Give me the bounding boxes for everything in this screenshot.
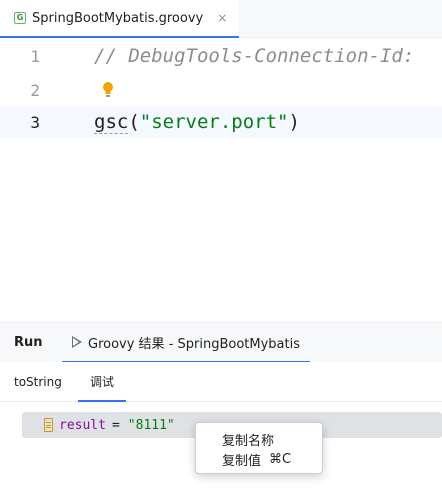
open-paren: (: [128, 111, 140, 133]
menu-item-label: 复制名称: [222, 433, 275, 449]
code-line-3[interactable]: 3 gsc("server.port"): [0, 106, 442, 138]
menu-item-label: 复制值: [222, 453, 262, 469]
code-line-1[interactable]: 1 // DebugTools-Connection-Id:: [0, 40, 442, 72]
tab-debug[interactable]: 调试: [78, 362, 127, 402]
close-icon[interactable]: ×: [217, 11, 227, 25]
line-number: 2: [30, 80, 40, 100]
code-line-2[interactable]: 2: [0, 74, 442, 106]
menu-item-copy-value[interactable]: 复制值 ⌘C: [196, 449, 322, 469]
variable-name: result: [59, 417, 106, 433]
variable-icon: [44, 418, 53, 432]
variable-value: "8111": [127, 417, 175, 433]
run-title: Run: [14, 335, 43, 350]
code-statement: gsc("server.port"): [94, 111, 300, 134]
editor-tab-label: SpringBootMybatis.groovy: [32, 10, 204, 26]
editor-tab-bar: G SpringBootMybatis.groovy ×: [0, 0, 442, 38]
result-subtabs: toString 调试: [0, 362, 442, 402]
line-number: 3: [30, 112, 40, 132]
code-editor[interactable]: 1 // DebugTools-Connection-Id: 2 3 gsc("…: [0, 38, 442, 322]
line-number: 1: [30, 46, 40, 66]
tab-tostring[interactable]: toString: [14, 362, 62, 402]
lightbulb-icon[interactable]: [102, 80, 114, 100]
play-icon: [72, 336, 82, 348]
function-name: gsc: [94, 111, 129, 134]
run-tool-window-header: Run Groovy 结果 - SpringBootMybatis: [0, 322, 442, 363]
menu-item-shortcut: ⌘C: [269, 451, 292, 467]
groovy-file-icon: G: [14, 12, 26, 24]
run-tab-groovy-result[interactable]: Groovy 结果 - SpringBootMybatis: [62, 323, 310, 363]
code-comment: // DebugTools-Connection-Id:: [94, 45, 415, 67]
menu-item-copy-name[interactable]: 复制名称: [196, 429, 322, 449]
close-paren: ): [288, 111, 300, 133]
run-tab-label: Groovy 结果 - SpringBootMybatis: [88, 336, 300, 352]
editor-tab-springbootmybatis[interactable]: G SpringBootMybatis.groovy ×: [0, 0, 240, 38]
string-literal: "server.port": [139, 111, 289, 133]
context-menu: 复制名称 复制值 ⌘C: [195, 422, 323, 474]
variable-equals: =: [111, 417, 120, 433]
